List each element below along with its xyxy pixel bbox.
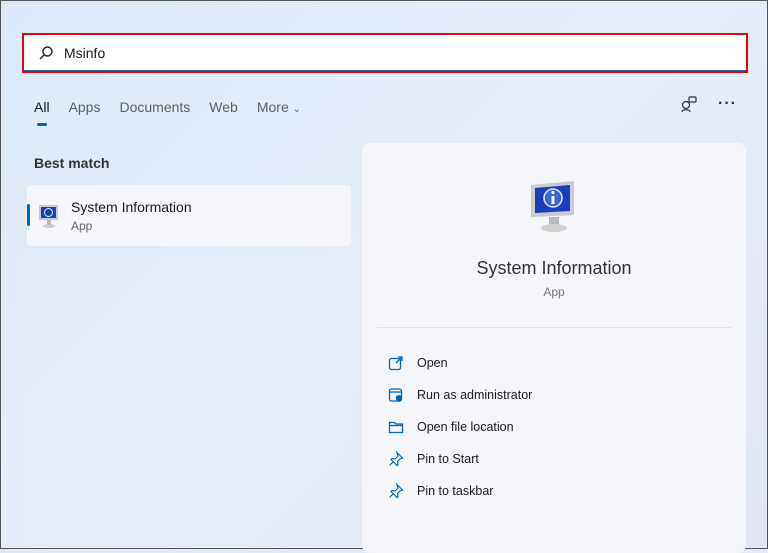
pin-to-taskbar-label: Pin to taskbar bbox=[417, 484, 494, 498]
results-list-area bbox=[23, 255, 349, 545]
open-file-location-action[interactable]: Open file location bbox=[388, 411, 532, 443]
best-match-result[interactable]: System Information App bbox=[27, 185, 351, 246]
tab-all[interactable]: All bbox=[34, 99, 50, 126]
result-subtitle: App bbox=[71, 218, 93, 233]
folder-icon bbox=[388, 421, 404, 434]
tab-more[interactable]: More ⌄ bbox=[257, 99, 301, 115]
search-input[interactable] bbox=[64, 45, 664, 61]
search-box[interactable] bbox=[22, 33, 748, 73]
more-options-icon[interactable]: ··· bbox=[718, 95, 737, 113]
open-file-location-label: Open file location bbox=[417, 420, 514, 434]
pin-icon bbox=[389, 483, 404, 499]
system-information-large-icon bbox=[531, 181, 574, 232]
detail-panel: System Information App Open Run as admin… bbox=[362, 143, 746, 553]
pin-to-start-action[interactable]: Pin to Start bbox=[388, 443, 532, 475]
run-as-admin-label: Run as administrator bbox=[417, 388, 533, 402]
result-title: System Information bbox=[71, 198, 192, 215]
detail-subtitle: App bbox=[543, 285, 565, 299]
shield-window-icon bbox=[388, 388, 403, 402]
tab-apps[interactable]: Apps bbox=[69, 99, 101, 115]
filter-tabs: All Apps Documents Web More ⌄ bbox=[34, 99, 320, 126]
pin-to-taskbar-action[interactable]: Pin to taskbar bbox=[388, 475, 532, 507]
tab-web[interactable]: Web bbox=[209, 99, 238, 115]
run-as-admin-action[interactable]: Run as administrator bbox=[388, 379, 532, 411]
open-action[interactable]: Open bbox=[388, 347, 532, 379]
best-match-heading: Best match bbox=[34, 155, 110, 171]
divider bbox=[377, 327, 731, 328]
feedback-icon[interactable] bbox=[680, 95, 698, 113]
pin-icon bbox=[389, 451, 404, 467]
chevron-down-icon: ⌄ bbox=[292, 104, 302, 115]
system-information-icon bbox=[39, 204, 58, 228]
open-external-icon bbox=[388, 356, 403, 371]
open-label: Open bbox=[417, 356, 448, 370]
search-icon bbox=[39, 46, 53, 60]
tab-more-label: More bbox=[256, 99, 289, 115]
tab-documents[interactable]: Documents bbox=[119, 99, 190, 115]
detail-title: System Information bbox=[476, 258, 632, 278]
pin-to-start-label: Pin to Start bbox=[417, 452, 479, 466]
